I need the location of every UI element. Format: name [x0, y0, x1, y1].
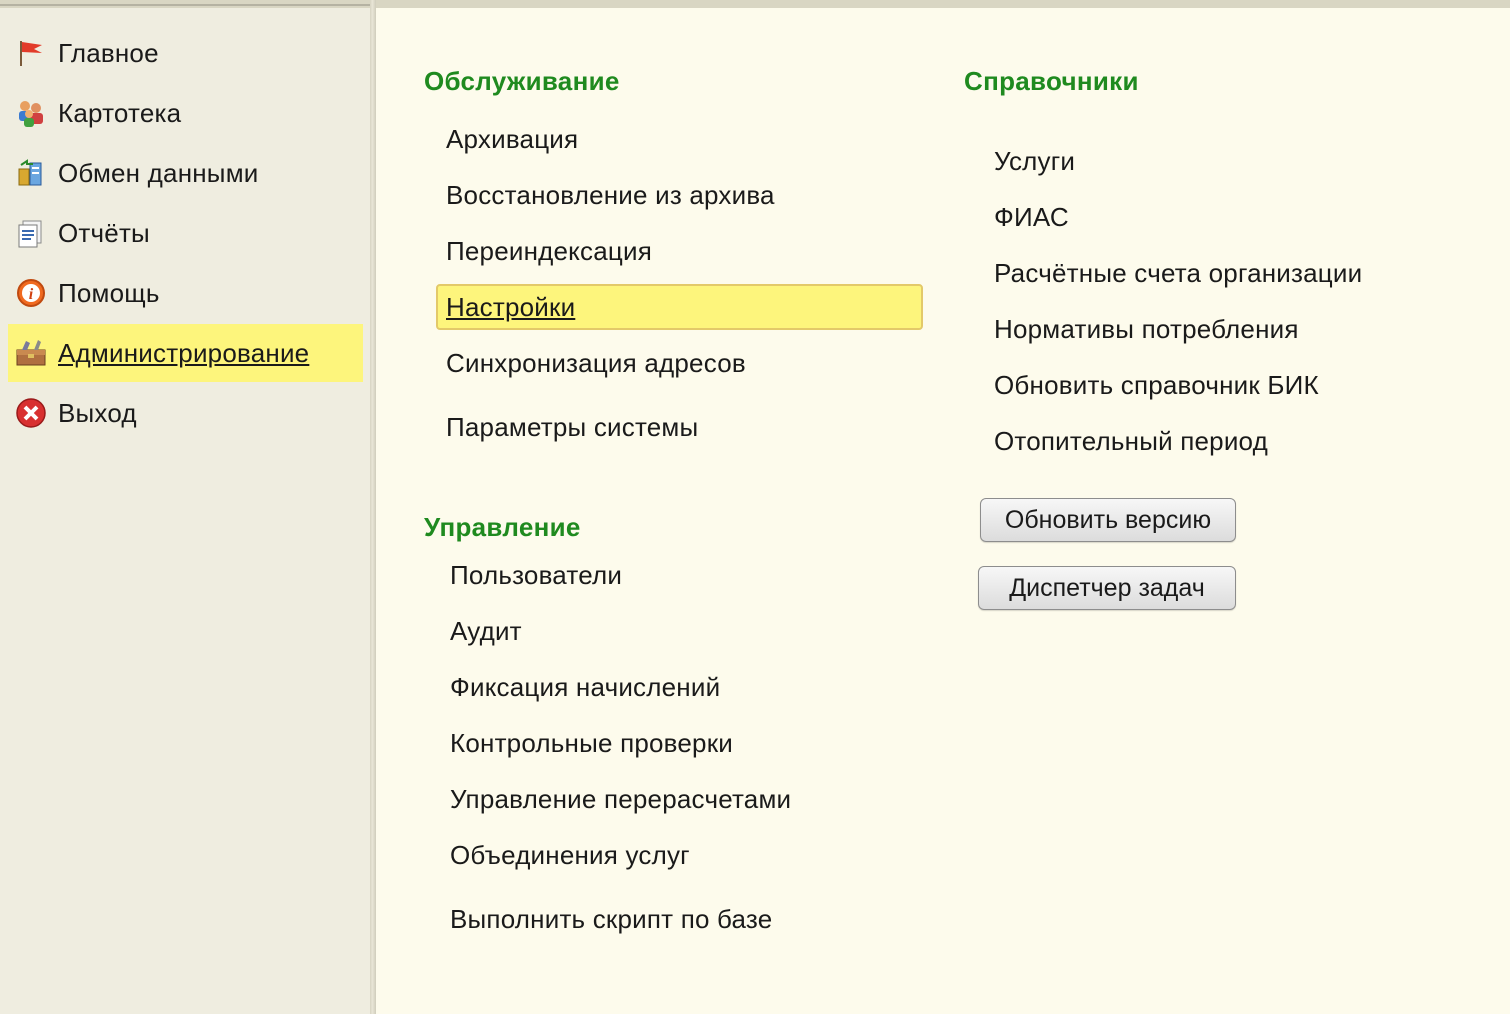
- link-heating-period[interactable]: Отопительный период: [994, 426, 1268, 457]
- link-consumption-norms[interactable]: Нормативы потребления: [994, 314, 1299, 345]
- sidebar-item-data-exchange[interactable]: Обмен данными: [8, 144, 363, 202]
- link-service-merge[interactable]: Объединения услуг: [450, 840, 690, 871]
- link-bank-accounts[interactable]: Расчётные счета организации: [994, 258, 1362, 289]
- help-icon: i: [14, 276, 48, 310]
- flag-icon: [14, 36, 48, 70]
- top-border-line: [0, 4, 370, 6]
- link-reindex[interactable]: Переиндексация: [446, 236, 652, 267]
- link-system-parameters[interactable]: Параметры системы: [446, 412, 698, 443]
- link-archive[interactable]: Архивация: [446, 124, 578, 155]
- sidebar-item-label: Администрирование: [58, 337, 310, 368]
- link-audit[interactable]: Аудит: [450, 616, 522, 647]
- sidebar-item-help[interactable]: i Помощь: [8, 264, 363, 322]
- people-icon: [14, 96, 48, 130]
- reports-icon: [14, 216, 48, 250]
- exit-icon: [14, 396, 48, 430]
- link-run-db-script[interactable]: Выполнить скрипт по базе: [450, 904, 772, 935]
- link-fias[interactable]: ФИАС: [994, 202, 1069, 233]
- link-fix-accruals[interactable]: Фиксация начислений: [450, 672, 720, 703]
- link-users[interactable]: Пользователи: [450, 560, 622, 591]
- link-restore-from-archive[interactable]: Восстановление из архива: [446, 180, 775, 211]
- sidebar-item-main[interactable]: Главное: [8, 24, 363, 82]
- link-recalculation-management[interactable]: Управление перерасчетами: [450, 784, 791, 815]
- task-manager-button[interactable]: Диспетчер задач: [978, 566, 1236, 610]
- sidebar-item-label: Главное: [58, 37, 159, 68]
- sidebar-item-exit[interactable]: Выход: [8, 384, 363, 442]
- sidebar-item-label: Картотека: [58, 97, 182, 128]
- link-address-sync[interactable]: Синхронизация адресов: [446, 348, 746, 379]
- sidebar: Главное Картотека Обмен данными Отчёты i…: [0, 8, 371, 1014]
- sidebar-item-label: Обмен данными: [58, 157, 259, 188]
- main-content: Обслуживание Архивация Восстановление из…: [376, 8, 1510, 1014]
- sidebar-item-label: Помощь: [58, 277, 160, 308]
- top-border: [0, 0, 1510, 8]
- link-control-checks[interactable]: Контрольные проверки: [450, 728, 733, 759]
- link-settings[interactable]: Настройки: [436, 284, 923, 330]
- link-settings-label: Настройки: [446, 291, 576, 322]
- section-title-management: Управление: [424, 512, 581, 542]
- link-services[interactable]: Услуги: [994, 146, 1075, 177]
- admin-toolbox-icon: [14, 336, 48, 370]
- svg-text:i: i: [29, 286, 34, 303]
- update-version-button[interactable]: Обновить версию: [980, 498, 1236, 542]
- sidebar-item-card-index[interactable]: Картотека: [8, 84, 363, 142]
- sidebar-item-label: Выход: [58, 397, 137, 428]
- section-title-maintenance: Обслуживание: [424, 66, 620, 96]
- sidebar-item-administration[interactable]: Администрирование: [8, 324, 363, 382]
- sidebar-item-reports[interactable]: Отчёты: [8, 204, 363, 262]
- sidebar-item-label: Отчёты: [58, 217, 150, 248]
- link-update-bik[interactable]: Обновить справочник БИК: [994, 370, 1319, 401]
- data-exchange-icon: [14, 156, 48, 190]
- section-title-references: Справочники: [964, 66, 1139, 96]
